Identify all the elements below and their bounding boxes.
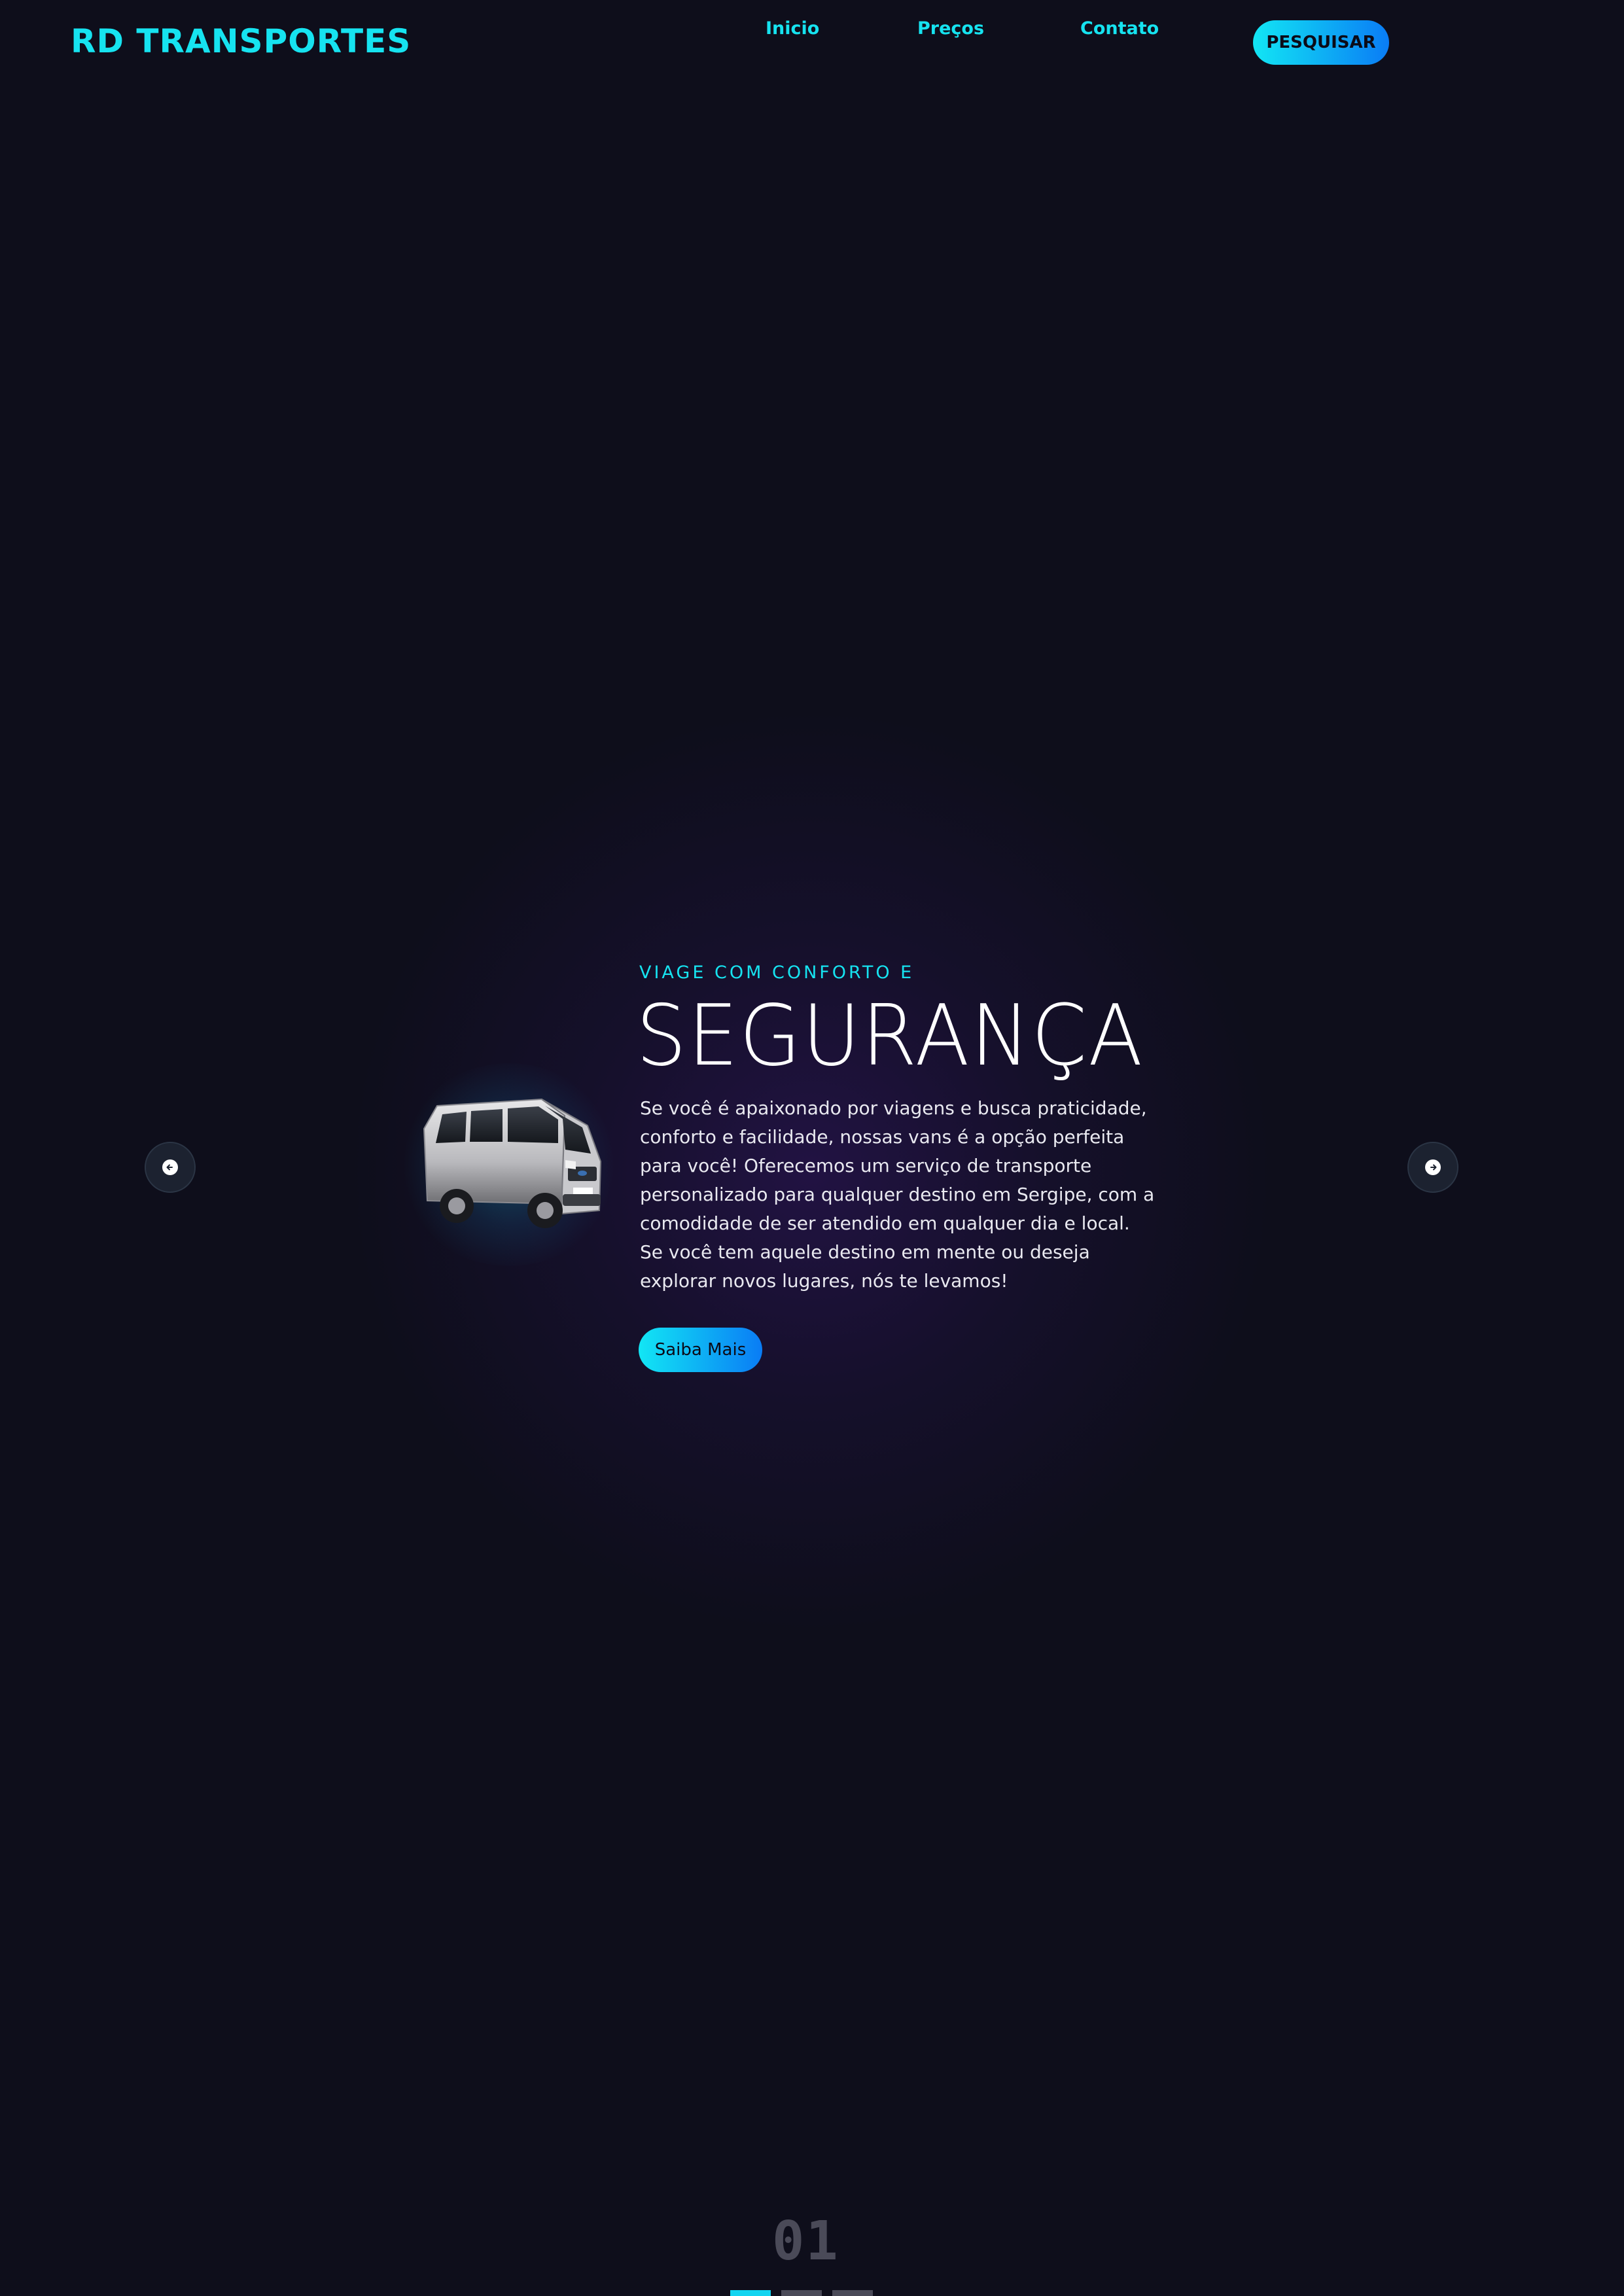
carousel-indicator-2[interactable] — [781, 2290, 822, 2296]
saiba-mais-button[interactable]: Saiba Mais — [639, 1328, 762, 1372]
hero-description: Se você é apaixonado por viagens e busca… — [640, 1097, 1155, 1292]
arrow-left-icon — [162, 1159, 178, 1175]
search-button[interactable]: PESQUISAR — [1253, 20, 1389, 65]
van-icon — [423, 1098, 602, 1228]
carousel-indicator-3[interactable] — [832, 2290, 873, 2296]
nav-item-contato[interactable]: Contato — [1080, 18, 1159, 39]
brand-logo[interactable]: RD TRANSPORTES — [71, 22, 411, 60]
carousel-indicator-1[interactable] — [730, 2290, 771, 2296]
nav-item-inicio[interactable]: Inicio — [766, 18, 819, 39]
arrow-right-icon — [1425, 1159, 1441, 1175]
hero-headline: SEGURANÇA — [636, 987, 1144, 1085]
carousel-indicators — [730, 2290, 873, 2296]
carousel-prev-button[interactable] — [145, 1142, 196, 1193]
slide-counter: 01 — [772, 2210, 839, 2272]
carousel-next-button[interactable] — [1407, 1142, 1458, 1193]
van-image — [391, 1057, 627, 1273]
nav-item-precos[interactable]: Preços — [917, 18, 984, 39]
hero-eyebrow: VIAGE COM CONFORTO E — [639, 963, 915, 983]
page: RD TRANSPORTES Inicio Preços Contato PES… — [0, 0, 1624, 2296]
